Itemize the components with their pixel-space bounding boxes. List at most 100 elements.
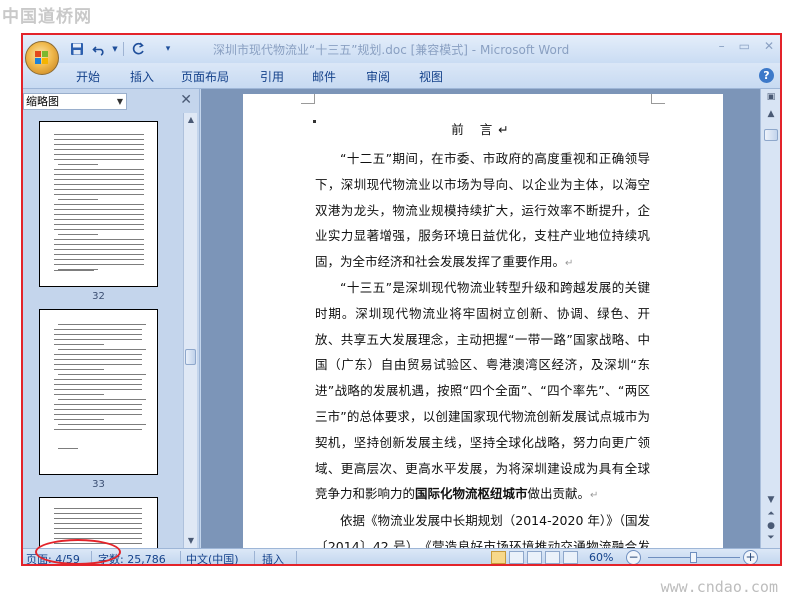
paragraph-mark: ↵ xyxy=(498,122,515,137)
scroll-up-icon[interactable]: ▲ xyxy=(764,109,778,119)
office-button[interactable] xyxy=(25,41,59,75)
doc-heading: 前 言↵ xyxy=(451,122,515,137)
thumbnail-text-line xyxy=(58,199,98,200)
tab-page-layout[interactable]: 页面布局 xyxy=(181,68,229,85)
ruler-toggle-icon[interactable]: ▣ xyxy=(764,92,778,102)
thumbnail-text-line xyxy=(54,394,104,395)
draft-view-icon[interactable] xyxy=(563,551,578,564)
customize-icon[interactable]: ▾ xyxy=(158,40,178,58)
pane-scrollbar[interactable]: ▲ ▼ xyxy=(183,113,197,548)
redo-icon[interactable] xyxy=(128,40,148,58)
thumbnail-text-line xyxy=(54,149,144,150)
window-title: 深圳市现代物流业“十三五”规划.doc [兼容模式] - Microsoft W… xyxy=(213,43,570,57)
crop-mark xyxy=(651,94,665,104)
thumbnail-text-line xyxy=(54,339,142,340)
thumbnail-text-line xyxy=(58,324,146,325)
pane-mode-label: 缩略图 xyxy=(26,95,59,108)
thumbnail-text-line xyxy=(58,424,146,425)
thumbnail-text-line xyxy=(54,379,142,380)
tab-home[interactable]: 开始 xyxy=(76,68,100,85)
web-layout-view-icon[interactable] xyxy=(527,551,542,564)
thumbnail-text-line xyxy=(54,229,144,230)
tab-review[interactable]: 审阅 xyxy=(366,68,390,85)
save-icon[interactable] xyxy=(67,40,87,58)
thumbnail-text-line xyxy=(54,179,144,180)
thumbnail-text-line xyxy=(54,429,142,430)
thumbnail-text-line xyxy=(58,448,78,449)
thumbnail-text-line xyxy=(54,344,104,345)
previous-page-icon[interactable]: ⏶ xyxy=(764,509,778,519)
scroll-thumb[interactable] xyxy=(764,129,778,141)
thumbnail-text-line xyxy=(58,349,146,350)
doc-paragraph: 依据《物流业发展中长期规划（2014-2020 年）》（国发〔2014〕42 号… xyxy=(315,513,650,548)
thumbnail-text-line xyxy=(54,270,94,271)
undo-dropdown-icon[interactable]: ▼ xyxy=(111,40,119,58)
undo-icon[interactable] xyxy=(89,40,109,58)
paragraph-mark: ↵ xyxy=(590,490,599,502)
thumbnail-text-line xyxy=(54,214,144,215)
thumbnail-text-line xyxy=(54,528,142,529)
thumbnail-text-line xyxy=(54,134,144,135)
thumbnail-text-line xyxy=(54,508,142,509)
crop-mark xyxy=(301,94,315,104)
pane-header: 缩略图 ▼ ✕ xyxy=(23,91,200,111)
document-scrollbar[interactable]: ▣ ▲ ▼ ⏶ ● ⏷ xyxy=(760,89,780,548)
status-separator xyxy=(180,551,181,564)
thumbnail-text-line xyxy=(54,194,144,195)
thumbnail-page-number: 33 xyxy=(92,479,105,490)
site-logo: 中国道桥网 xyxy=(2,7,92,27)
thumbnail-text-line xyxy=(54,144,144,145)
page-thumbnail[interactable] xyxy=(39,121,158,287)
full-screen-reading-view-icon[interactable] xyxy=(509,551,524,564)
scroll-down-icon[interactable]: ▼ xyxy=(184,534,198,548)
thumbnail-text-line xyxy=(54,533,142,534)
bold-text: 国际化物流枢纽城市 xyxy=(415,486,528,502)
thumbnail-text-line xyxy=(54,169,144,170)
thumbnail-text-line xyxy=(58,399,146,400)
close-button[interactable]: ✕ xyxy=(764,39,774,53)
print-layout-view-icon[interactable] xyxy=(491,551,506,564)
thumbnail-text-line xyxy=(54,364,142,365)
thumbnail-text-line xyxy=(58,164,98,165)
thumbnail-text-line xyxy=(54,209,144,210)
scroll-up-icon[interactable]: ▲ xyxy=(184,113,198,127)
thumbnail-text-line xyxy=(54,518,142,519)
scroll-down-icon[interactable]: ▼ xyxy=(764,495,778,505)
thumbnail-text-line xyxy=(54,139,144,140)
select-browse-object-icon[interactable]: ● xyxy=(764,521,778,531)
help-icon[interactable]: ? xyxy=(759,68,774,83)
close-pane-icon[interactable]: ✕ xyxy=(180,92,192,108)
thumbnail-text-line xyxy=(54,369,104,370)
page-thumbnail[interactable] xyxy=(39,309,158,475)
thumbnail-text-line xyxy=(58,374,146,375)
tab-insert[interactable]: 插入 xyxy=(130,68,154,85)
thumbnail-text-line xyxy=(54,523,142,524)
next-page-icon[interactable]: ⏷ xyxy=(764,533,778,543)
thumbnail-text-line xyxy=(54,249,144,250)
insert-mode[interactable]: 插入 xyxy=(262,551,284,564)
tab-view[interactable]: 视图 xyxy=(419,68,443,85)
status-bar: 页面: 4/59 字数: 25,786 中文(中国) 插入 60% − + xyxy=(23,548,780,564)
scroll-thumb[interactable] xyxy=(185,349,196,365)
zoom-out-icon[interactable]: − xyxy=(626,550,641,564)
zoom-in-icon[interactable]: + xyxy=(743,550,758,564)
zoom-slider-thumb[interactable] xyxy=(690,552,697,563)
thumbnail-text-line xyxy=(54,404,142,405)
thumbnail-text-line xyxy=(54,239,144,240)
thumbnail-text-line xyxy=(54,184,144,185)
thumbnail-text-line xyxy=(54,174,144,175)
restore-button[interactable]: ▭ xyxy=(739,39,750,53)
thumbnail-text-line xyxy=(54,513,142,514)
outline-view-icon[interactable] xyxy=(545,551,560,564)
tab-references[interactable]: 引用 xyxy=(260,68,284,85)
ribbon-tabs: 开始 插入 页面布局 引用 邮件 审阅 视图 ? xyxy=(23,63,780,89)
tab-mailings[interactable]: 邮件 xyxy=(312,68,336,85)
document-page[interactable]: 前 言↵ “十二五”期间，在市委、市政府的高度重视和正确领导下，深圳现代物流业以… xyxy=(243,94,723,548)
language-indicator[interactable]: 中文(中国) xyxy=(186,551,239,564)
minimize-button[interactable]: – xyxy=(719,39,725,53)
thumbnail-text-line xyxy=(54,329,142,330)
pane-mode-select[interactable]: 缩略图 ▼ xyxy=(23,93,127,110)
zoom-level[interactable]: 60% xyxy=(589,551,613,564)
doc-paragraph: “十三五”是深圳现代物流业转型升级和跨越发展的关键时期。深圳现代物流业将牢固树立… xyxy=(315,280,650,502)
office-logo-icon xyxy=(35,51,49,65)
